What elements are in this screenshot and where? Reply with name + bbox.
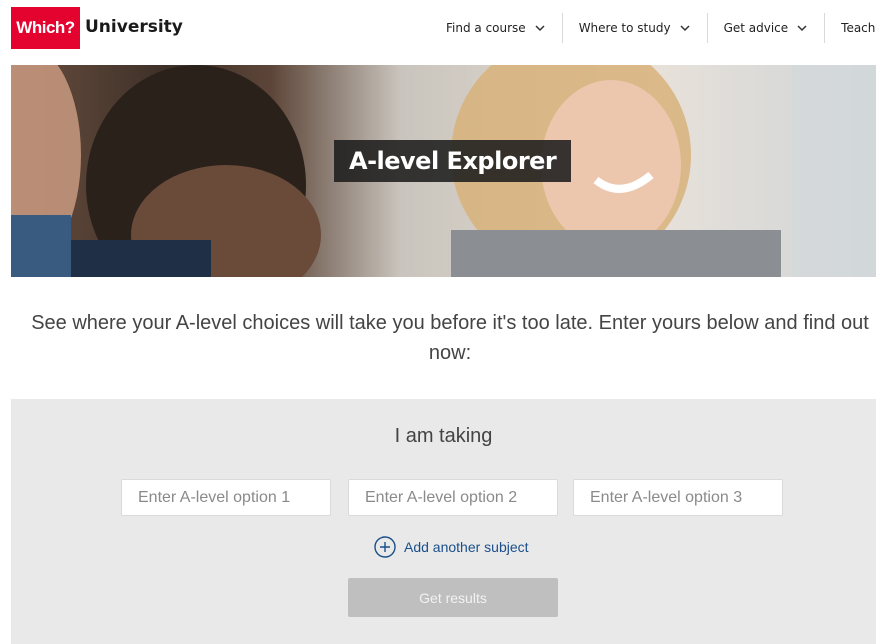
nav-where-to-study[interactable]: Where to study — [563, 13, 708, 43]
logo-university-text[interactable]: University — [85, 17, 183, 37]
hero-banner: A-level Explorer — [11, 65, 876, 277]
add-subject-label: Add another subject — [404, 539, 529, 555]
main-nav: Find a course Where to study Get advice … — [430, 0, 876, 56]
page-title: A-level Explorer — [334, 140, 572, 182]
alevel-option-2-input[interactable] — [348, 479, 558, 516]
chevron-down-icon — [680, 25, 690, 32]
nav-item-label: Teachers — [841, 21, 876, 35]
alevel-option-1-input[interactable] — [121, 479, 331, 516]
nav-get-advice[interactable]: Get advice — [708, 13, 826, 43]
alevel-form: I am taking Add another subject Get resu… — [11, 399, 876, 644]
alevel-option-3-input[interactable] — [573, 479, 783, 516]
chevron-down-icon — [797, 25, 807, 32]
intro-text: See where your A-level choices will take… — [31, 312, 869, 364]
get-results-button[interactable]: Get results — [348, 578, 558, 617]
form-heading: I am taking — [394, 425, 493, 447]
logo-brand-text: Which? — [16, 18, 75, 37]
plus-circle-icon — [374, 536, 396, 558]
site-header: Which? University Find a course Where to… — [0, 0, 876, 56]
nav-find-a-course[interactable]: Find a course — [430, 13, 563, 43]
add-subject-button[interactable]: Add another subject — [374, 536, 529, 558]
nav-item-label: Where to study — [578, 21, 671, 35]
which-logo[interactable]: Which? — [11, 7, 80, 49]
chevron-down-icon — [535, 25, 545, 32]
nav-teachers[interactable]: Teachers — [825, 13, 876, 43]
nav-item-label: Get advice — [723, 21, 789, 35]
nav-item-label: Find a course — [446, 21, 526, 35]
